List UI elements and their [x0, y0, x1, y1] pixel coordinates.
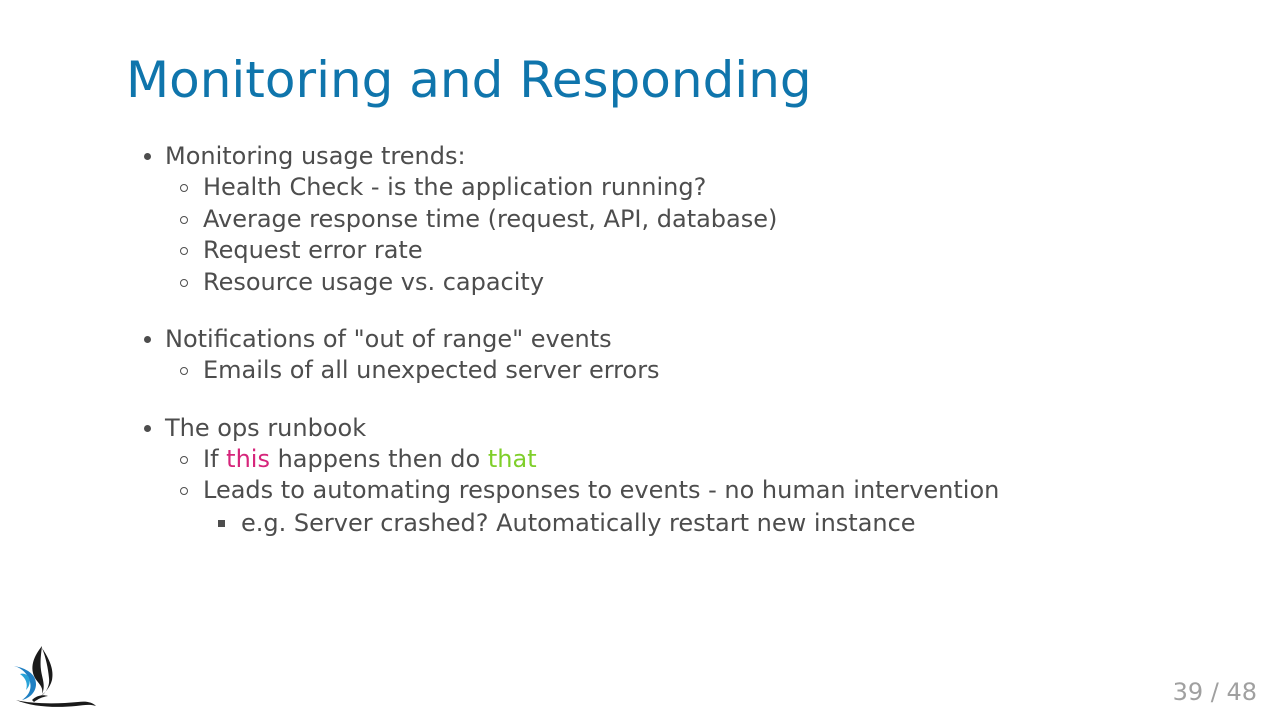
- runbook-middle: happens then do: [269, 444, 488, 473]
- bird-logo-icon: [14, 646, 96, 707]
- page-number: 39 / 48: [1172, 678, 1257, 706]
- sub-bullet-resource-usage: Resource usage vs. capacity: [178, 267, 1240, 299]
- highlight-this: this: [226, 444, 270, 473]
- sub-bullet-if-this-then-that: If this happens then do that: [178, 444, 1240, 476]
- sub-bullet-automating-responses: Leads to automating responses to events …: [178, 475, 1240, 507]
- slide-title: Monitoring and Responding: [126, 51, 812, 109]
- sub-bullet-average-response-time: Average response time (request, API, dat…: [178, 204, 1240, 236]
- highlight-that: that: [487, 444, 537, 473]
- bullet-monitoring-usage-trends: Monitoring usage trends:: [140, 140, 1240, 172]
- slide-content: Monitoring usage trends: Health Check - …: [140, 140, 1240, 539]
- runbook-prefix: If: [203, 444, 227, 473]
- sub-sub-bullet-server-crashed: e.g. Server crashed? Automatically resta…: [216, 507, 1240, 539]
- bullet-notifications: Notifications of "out of range" events: [140, 323, 1240, 355]
- bullet-ops-runbook: The ops runbook: [140, 412, 1240, 444]
- sub-bullet-health-check: Health Check - is the application runnin…: [178, 172, 1240, 204]
- sub-bullet-emails: Emails of all unexpected server errors: [178, 355, 1240, 387]
- sub-bullet-request-error-rate: Request error rate: [178, 235, 1240, 267]
